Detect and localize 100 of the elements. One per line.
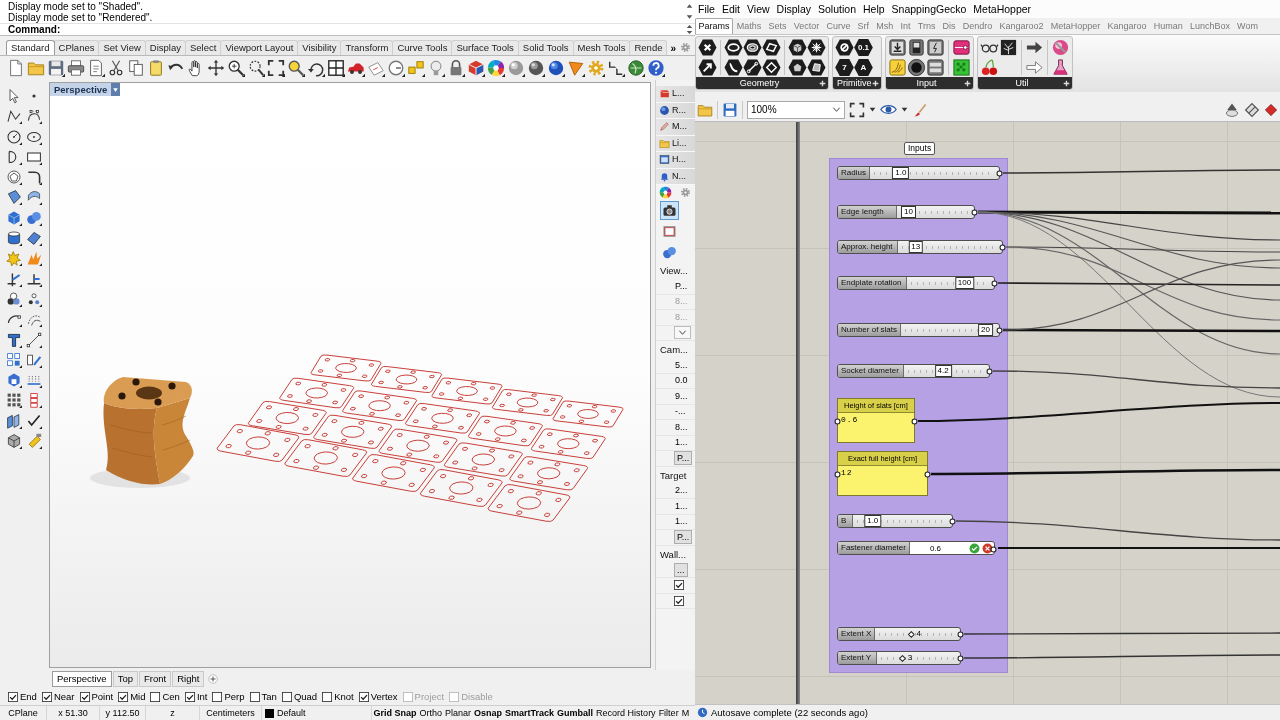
sphere-icon[interactable] [547, 59, 565, 77]
checkbox[interactable] [322, 691, 333, 702]
property-field[interactable]: -... [674, 405, 687, 419]
bracket-icon[interactable] [607, 59, 625, 77]
printer-icon[interactable] [67, 59, 85, 77]
toolbar-tab[interactable]: Surface Tools [451, 40, 519, 55]
magnifier-icon[interactable] [287, 59, 305, 77]
ribbon-tab[interactable]: Params [695, 18, 734, 34]
document-icon[interactable] [87, 59, 105, 77]
checkbox[interactable] [41, 691, 52, 702]
hexagon-mesh-icon[interactable] [807, 38, 826, 57]
slider-value[interactable]: 10 [901, 206, 916, 218]
polygon-icon[interactable] [6, 169, 22, 186]
status-toggle[interactable]: Filter [657, 706, 681, 720]
clipboard-icon[interactable] [147, 59, 165, 77]
crossing-lines-icon[interactable] [6, 270, 22, 287]
scroll-down-icon[interactable] [685, 30, 693, 35]
toolbar-tab[interactable]: Transform [340, 40, 394, 55]
checkbox[interactable] [118, 691, 129, 702]
toolbar-tab[interactable]: Standard [6, 40, 55, 55]
circles-icon[interactable] [6, 290, 22, 307]
scissors-icon[interactable] [107, 59, 125, 77]
toolbar-tab[interactable]: CPlanes [53, 40, 100, 55]
checkbox[interactable] [281, 691, 292, 702]
slider-track[interactable]: 10 [901, 206, 968, 218]
scroll-down-icon[interactable] [685, 14, 693, 21]
osnap-option[interactable]: Cen [150, 690, 180, 703]
polyline-icon[interactable] [6, 108, 22, 125]
slider-value[interactable]: 1.0 [864, 515, 882, 527]
download-icon[interactable] [887, 38, 907, 57]
slider-track[interactable]: 3 [881, 652, 954, 664]
menu-item[interactable]: MetaHopper [970, 2, 1036, 16]
ribbon-tab[interactable]: Msh [872, 18, 897, 34]
lamp-icon[interactable] [1224, 101, 1240, 118]
viewport-tab[interactable]: Top [112, 671, 138, 687]
ribbon-tab[interactable]: Human [1150, 18, 1187, 34]
checkbox[interactable] [79, 691, 90, 702]
folder-icon[interactable] [27, 59, 45, 77]
osnap-option[interactable]: Near [41, 690, 75, 703]
sphere-icon[interactable] [1050, 38, 1070, 57]
property-field[interactable]: 1... [674, 515, 689, 529]
diagonal-line-icon[interactable] [26, 331, 42, 348]
hexagon-ring-icon[interactable] [743, 38, 762, 57]
ribbon-tab[interactable]: Int [896, 18, 915, 34]
half-circle-icon[interactable] [6, 148, 22, 165]
ribbon-tab[interactable]: Vector [790, 18, 823, 34]
osnap-option[interactable]: Quad [281, 690, 318, 703]
status-toggle[interactable]: Ortho [418, 706, 444, 720]
ribbon-tab[interactable]: Srf [854, 18, 873, 34]
flask-icon[interactable] [1050, 58, 1070, 77]
status-toggle[interactable]: Record History [594, 706, 658, 720]
list-icon[interactable] [925, 58, 945, 77]
cube-icon[interactable] [6, 209, 22, 226]
diamond-icon[interactable] [1244, 101, 1260, 118]
hexagon-solid-icon[interactable] [788, 58, 807, 77]
slider-grip[interactable]: 3 [898, 652, 913, 664]
status-toggle[interactable]: M [680, 706, 691, 720]
cursor-icon[interactable] [6, 88, 22, 104]
property-field[interactable]: 5... [674, 358, 689, 372]
ribbon-tab[interactable]: Dendro [959, 18, 996, 34]
box-icon[interactable] [6, 433, 22, 450]
surface-icon[interactable] [6, 189, 22, 206]
check-icon[interactable] [26, 412, 42, 429]
switch-icon[interactable] [906, 38, 926, 57]
status-toggle[interactable]: Grid Snap [372, 706, 418, 720]
osnap-option[interactable]: Perp [212, 690, 245, 703]
hexagon-curve-icon[interactable] [724, 58, 743, 77]
ribbon-button[interactable]: 7 [835, 58, 854, 77]
status-toggle[interactable]: Gumball [555, 706, 595, 720]
box-icon[interactable] [467, 59, 485, 77]
slider-track[interactable]: 20 [905, 324, 993, 336]
arrow-icon[interactable] [1024, 58, 1044, 77]
menu-item[interactable]: Help [860, 2, 889, 16]
dot-grid-icon[interactable] [6, 392, 22, 409]
number-slider[interactable]: Number of slats 20 [837, 323, 1000, 337]
checkbox[interactable] [184, 691, 195, 702]
dial-icon[interactable] [387, 59, 405, 77]
osnap-option[interactable]: Point [79, 690, 114, 703]
zoom-dropdown[interactable]: 100% [747, 100, 845, 119]
slider-value[interactable]: 20 [978, 324, 993, 336]
globe-icon[interactable] [627, 59, 645, 77]
ribbon-tab[interactable]: Trns [914, 18, 939, 34]
toolbar-tab[interactable]: Select [184, 40, 222, 55]
panel-tab[interactable]: M... [656, 119, 695, 136]
hexagon-slash-icon[interactable] [835, 38, 854, 57]
color-wheel-icon[interactable] [487, 59, 505, 77]
slider-value[interactable]: 100 [954, 277, 975, 289]
hexagon-diamond-icon[interactable] [762, 58, 781, 77]
corner-curve-icon[interactable] [26, 169, 42, 186]
cube-icon[interactable] [6, 372, 22, 389]
number-slider[interactable]: Radius 1.0 [837, 166, 1000, 180]
grid-icon[interactable] [327, 59, 345, 77]
cylinder-icon[interactable] [6, 230, 22, 247]
four-arrows-icon[interactable] [207, 59, 225, 77]
dots-icon[interactable] [26, 290, 42, 307]
number-slider[interactable]: Approx. height 13 [837, 240, 1003, 254]
checkbox[interactable] [674, 580, 684, 591]
scroll-up-icon[interactable] [685, 24, 693, 29]
frame-corners-icon[interactable] [267, 59, 285, 77]
osnap-option[interactable]: Tan [249, 690, 277, 703]
